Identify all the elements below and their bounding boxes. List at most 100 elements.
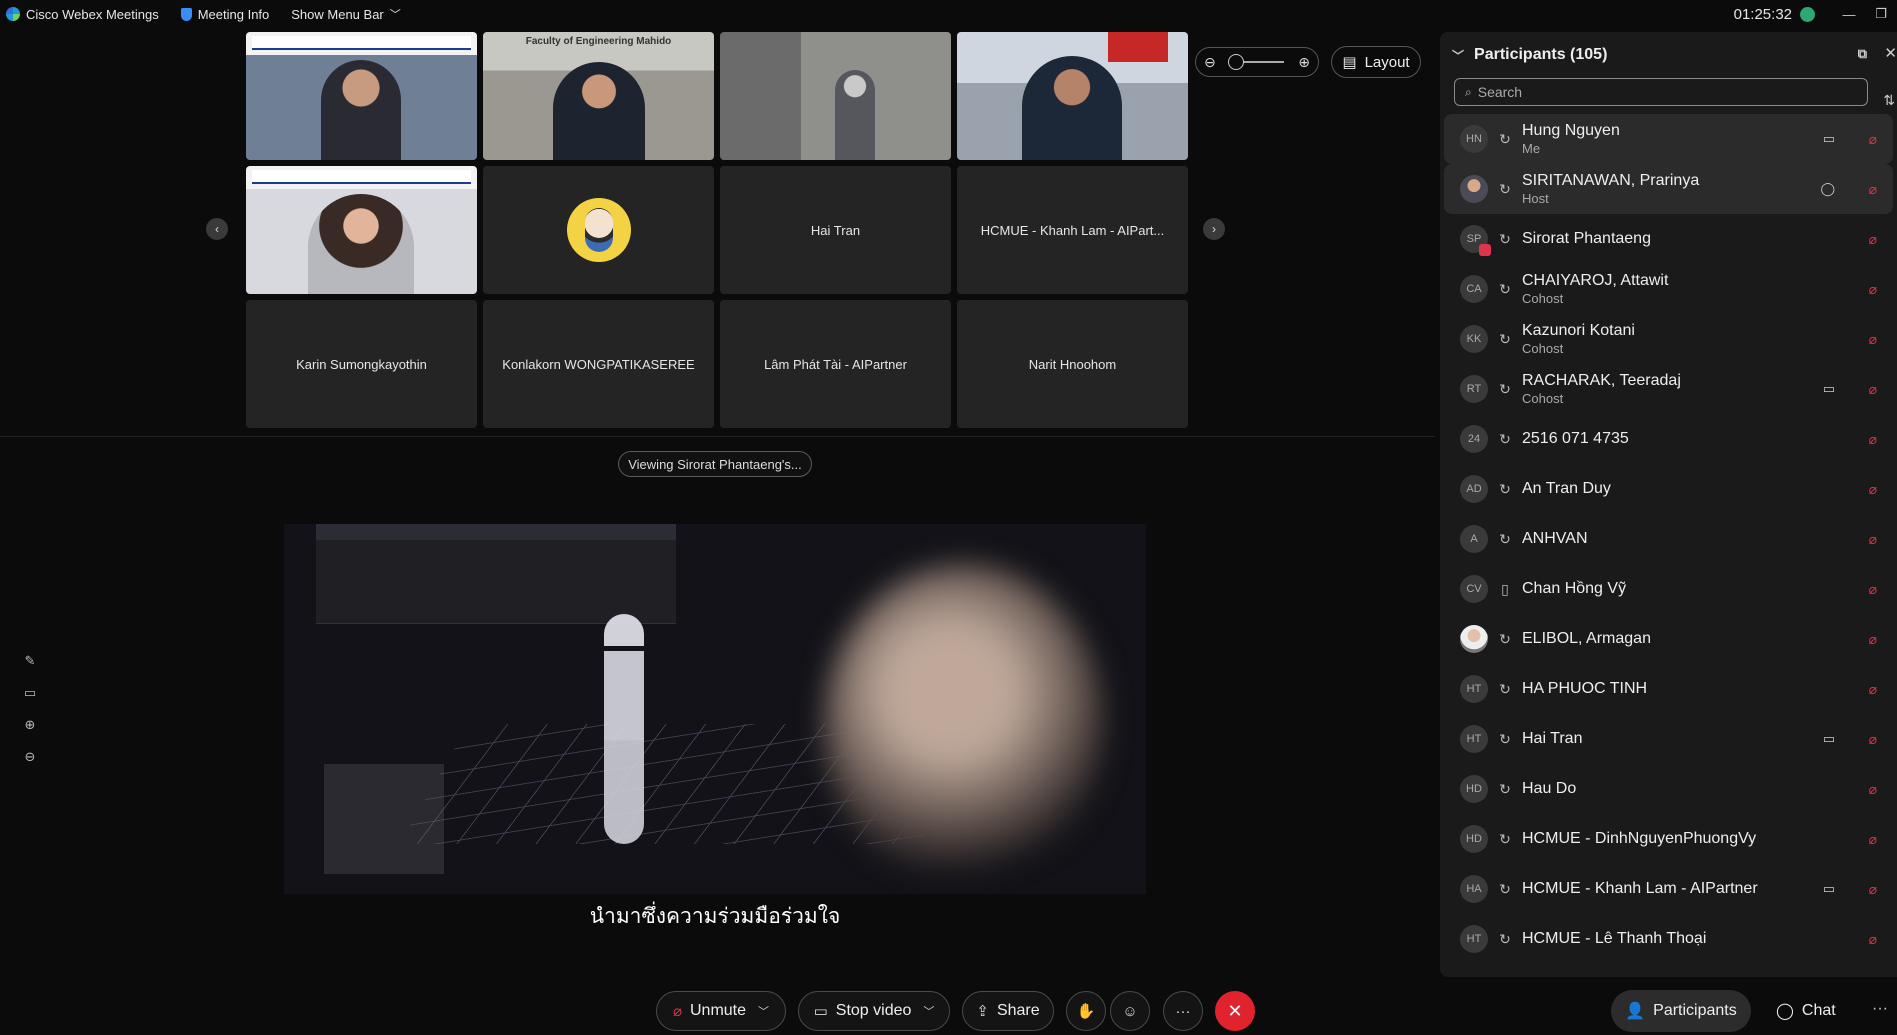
audio-connection-icon: ↻ (1499, 130, 1511, 147)
participant-row[interactable]: 24 ↻ 2516 071 4735 ⌀ (1444, 414, 1893, 464)
avatar: AD (1460, 475, 1488, 503)
participant-row[interactable]: A ↻ ANHVAN ⌀ (1444, 514, 1893, 564)
chat-icon: ◯ (1820, 181, 1835, 196)
unmute-button[interactable]: ⌀ Unmute ﹀ (656, 991, 786, 1031)
participant-row[interactable]: HN ↻ Hung Nguyen Me ▭ ⌀ (1444, 114, 1893, 164)
more-options-button[interactable]: ··· (1163, 991, 1203, 1031)
mic-muted-icon[interactable]: ⌀ (1869, 581, 1877, 598)
participant-row[interactable]: RT ↻ RACHARAK, Teeradaj Cohost ▭ ⌀ (1444, 364, 1893, 414)
video-tile[interactable]: HCMUE - Khanh Lam - AIPart... (957, 166, 1188, 294)
video-tile[interactable]: Narit Hnoohom (957, 300, 1188, 428)
mic-muted-icon[interactable]: ⌀ (1869, 931, 1877, 948)
participant-name: ELIBOL, Armagan (1522, 630, 1651, 647)
mic-muted-icon[interactable]: ⌀ (1869, 681, 1877, 698)
zoom-out-icon[interactable]: ⊖ (1204, 54, 1216, 71)
close-icon[interactable]: ✕ (1884, 44, 1897, 62)
video-tile[interactable] (483, 166, 714, 294)
minimize-button[interactable]: — (1833, 7, 1865, 22)
mic-muted-icon[interactable]: ⌀ (1869, 781, 1877, 798)
participants-button[interactable]: 👤 Participants (1611, 990, 1751, 1032)
participant-row[interactable]: HT ↻ Hai Tran ▭ ⌀ (1444, 714, 1893, 764)
audio-connection-icon: ↻ (1499, 780, 1511, 797)
grid-prev-button[interactable]: ‹ (206, 218, 228, 240)
end-meeting-button[interactable]: ✕ (1215, 991, 1255, 1031)
participant-row[interactable]: CV ▯ Chan Hồng Vỹ ⌀ (1444, 564, 1893, 614)
grid-next-button[interactable]: › (1203, 218, 1225, 240)
zoom-slider-knob[interactable] (1228, 54, 1244, 70)
participant-row[interactable]: ↻ ELIBOL, Armagan ⌀ (1444, 614, 1893, 664)
webex-logo-icon (6, 7, 20, 21)
mic-muted-icon[interactable]: ⌀ (1869, 631, 1877, 648)
participant-row[interactable]: HT ↻ HCMUE - Lê Thanh Thoại ⌀ (1444, 914, 1893, 964)
video-tile[interactable] (246, 32, 477, 160)
video-tile[interactable]: Lâm Phát Tài - AIPartner (720, 300, 951, 428)
participant-names: Hai Tran (1522, 730, 1582, 748)
mic-muted-icon[interactable]: ⌀ (1869, 881, 1877, 898)
video-tile[interactable]: Hai Tran (720, 166, 951, 294)
mic-muted-icon[interactable]: ⌀ (1869, 381, 1877, 398)
video-tile[interactable] (957, 32, 1188, 160)
video-tile[interactable]: Karin Sumongkayothin (246, 300, 477, 428)
collapse-chevron-icon[interactable]: ﹀ (1452, 47, 1464, 64)
video-tile[interactable] (246, 166, 477, 294)
zoom-slider[interactable] (1228, 54, 1284, 70)
participant-row[interactable]: SP ↻ Sirorat Phantaeng ⌀ (1444, 214, 1893, 264)
participant-row[interactable]: ↻ SIRITANAWAN, Prarinya Host ◯ ⌀ (1444, 164, 1893, 214)
annotate-icon[interactable]: ✎ (21, 652, 39, 670)
participant-name: Kazunori Kotani (1522, 322, 1635, 339)
camera-icon: ▭ (813, 1003, 828, 1020)
show-menu-bar-button[interactable]: Show Menu Bar ﹀ (291, 6, 401, 22)
meeting-info-button[interactable]: Meeting Info (180, 6, 270, 22)
zoom-out-icon[interactable]: ⊖ (21, 748, 39, 766)
meeting-info-label: Meeting Info (197, 6, 270, 22)
share-button[interactable]: ⇪ Share (962, 991, 1054, 1031)
participant-name: ANHVAN (1522, 530, 1588, 547)
mic-muted-icon[interactable]: ⌀ (1869, 231, 1877, 248)
video-tile[interactable]: Konlakorn WONGPATIKASEREE (483, 300, 714, 428)
participant-row[interactable]: AD ↻ An Tran Duy ⌀ (1444, 464, 1893, 514)
mic-muted-icon[interactable]: ⌀ (1869, 131, 1877, 148)
mic-muted-icon[interactable]: ⌀ (1869, 481, 1877, 498)
participants-header: ﹀ Participants (105) ⧉ ✕ (1440, 32, 1897, 78)
camera-icon: ▭ (1822, 131, 1835, 146)
raise-hand-button[interactable]: ✋ (1066, 991, 1106, 1031)
restore-button[interactable]: ❐ (1865, 6, 1897, 22)
participant-row[interactable]: HA ↻ HCMUE - Khanh Lam - AIPartner ▭ ⌀ (1444, 864, 1893, 914)
audio-connection-icon: ↻ (1499, 280, 1511, 297)
viewing-share-pill[interactable]: Viewing Sirorat Phantaeng's... (618, 451, 812, 477)
zoom-in-icon[interactable]: ⊕ (1298, 54, 1310, 71)
sort-icon[interactable]: ⇅ (1883, 92, 1895, 109)
stop-video-label: Stop video (835, 1002, 912, 1019)
participant-row[interactable]: KK ↻ Kazunori Kotani Cohost ⌀ (1444, 314, 1893, 364)
video-tile[interactable]: Faculty of Engineering Mahido (483, 32, 714, 160)
popout-icon[interactable]: ⧉ (1858, 46, 1867, 62)
chevron-down-icon[interactable]: ﹀ (758, 1003, 769, 1019)
layout-button[interactable]: ▤ Layout (1331, 46, 1421, 78)
chevron-down-icon[interactable]: ﹀ (923, 1003, 934, 1019)
annotation-toolbar: ✎ ▭ ⊕ ⊖ (18, 652, 42, 766)
more-panels-button[interactable]: ··· (1872, 1000, 1888, 1018)
mic-muted-icon[interactable]: ⌀ (1869, 181, 1877, 198)
participant-name: RACHARAK, Teeradaj (1522, 372, 1681, 389)
mic-muted-icon[interactable]: ⌀ (1869, 531, 1877, 548)
video-tile[interactable] (720, 32, 951, 160)
participant-row[interactable]: CA ↻ CHAIYAROJ, Attawit Cohost ⌀ (1444, 264, 1893, 314)
layout-icon: ▤ (1342, 54, 1357, 71)
participant-row[interactable]: HD ↻ HCMUE - DinhNguyenPhuongVy ⌀ (1444, 814, 1893, 864)
chat-button[interactable]: ◯ Chat (1776, 990, 1846, 1032)
audio-connection-icon: ↻ (1499, 830, 1511, 847)
app-title: Cisco Webex Meetings (0, 7, 159, 22)
audio-connection-icon: ↻ (1499, 330, 1511, 347)
mic-muted-icon[interactable]: ⌀ (1869, 431, 1877, 448)
participant-row[interactable]: HT ↻ HA PHUOC TINH ⌀ (1444, 664, 1893, 714)
participant-row[interactable]: HD ↻ Hau Do ⌀ (1444, 764, 1893, 814)
mic-muted-icon[interactable]: ⌀ (1869, 731, 1877, 748)
mic-muted-icon[interactable]: ⌀ (1869, 831, 1877, 848)
remote-control-icon[interactable]: ▭ (21, 684, 39, 702)
search-input[interactable] (1477, 84, 1838, 100)
reactions-button[interactable]: ☺ (1110, 991, 1150, 1031)
mic-muted-icon[interactable]: ⌀ (1869, 281, 1877, 298)
mic-muted-icon[interactable]: ⌀ (1869, 331, 1877, 348)
stop-video-button[interactable]: ▭ Stop video ﹀ (798, 991, 950, 1031)
zoom-in-icon[interactable]: ⊕ (21, 716, 39, 734)
